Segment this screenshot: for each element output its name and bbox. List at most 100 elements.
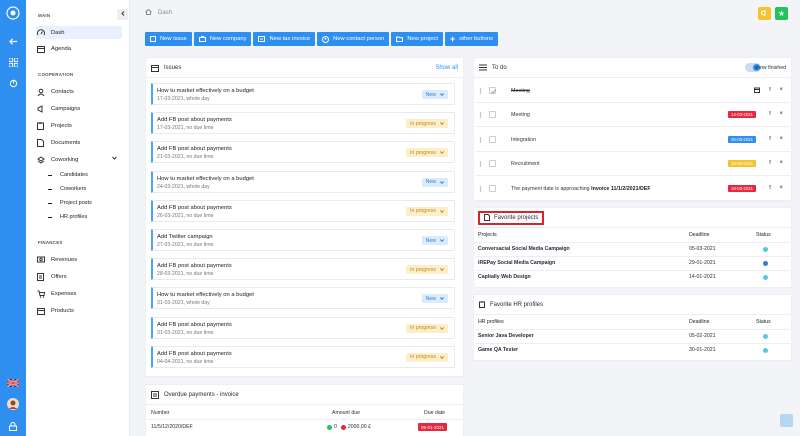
issue-title[interactable]: Add FB post about payments [157,205,232,211]
new-project-button[interactable]: New project [391,32,443,46]
status-dropdown[interactable]: New [421,177,448,187]
todo-text[interactable]: Integration [511,137,536,143]
todo-text[interactable]: Meeting [511,112,530,118]
drag-handle-icon[interactable] [479,185,482,192]
sidebar-item-dash[interactable]: Dash [36,26,122,39]
issue-title[interactable]: Add FB post about payments [157,263,232,269]
avatar[interactable] [6,397,20,411]
close-icon[interactable]: × [779,160,783,166]
info-icon[interactable]: ! [769,111,771,117]
app-logo[interactable] [6,6,20,20]
issue-title[interactable]: How tu market effectively on a budget [157,176,254,182]
close-icon[interactable]: × [779,111,783,117]
breadcrumb-current[interactable]: Dash [158,10,172,16]
issue-row[interactable]: Add FB post about payments 21-03-2021, no… [151,141,455,164]
close-icon[interactable]: × [779,136,783,142]
info-icon[interactable]: ! [769,136,771,142]
project-name[interactable]: iREPay Social Media Campaign [478,260,555,266]
show-all-link[interactable]: Show all [435,65,458,71]
issue-title[interactable]: Add FB post about payments [157,322,232,328]
issue-row[interactable]: Add FB post about payments 28-03-2021, no… [151,258,455,281]
sidebar-item-expenses[interactable]: Expenses [36,287,122,300]
drag-handle-icon[interactable] [479,137,482,143]
todo-text-link[interactable]: Invoice 11/1/2/2021/DEF [591,186,650,192]
issue-row[interactable]: How tu market effectively on a budget 17-… [151,83,455,105]
sidebar-item-projects[interactable]: Projects [36,119,122,132]
todo-text[interactable]: The payment date is approaching Invoice … [511,186,651,192]
collapse-sidebar-button[interactable] [117,9,128,20]
uk-flag-icon[interactable] [6,376,20,390]
hr-profile-name[interactable]: Game QA Tester [478,347,518,353]
drag-handle-icon[interactable] [479,112,482,119]
sidebar-item-revenues[interactable]: Revenues [36,253,122,266]
status-dropdown[interactable]: In progress [406,352,448,362]
status-dropdown[interactable]: New [421,236,448,245]
status-dropdown[interactable]: In progress [406,119,448,129]
favorites-button[interactable]: ★ [775,7,788,20]
todo-checkbox[interactable] [489,160,496,168]
todo-checkbox[interactable] [489,184,496,192]
switch-icon[interactable] [6,76,20,90]
status-dropdown[interactable]: New [421,90,448,99]
sidebar-item-offers[interactable]: Offers [36,270,122,283]
issue-row[interactable]: Add FB post about payments 17-03-2021, no… [151,112,455,135]
todo-checkbox[interactable] [489,135,496,143]
help-chat-button[interactable] [780,414,793,427]
sidebar-item-contacts[interactable]: Contacts [36,85,122,98]
sidebar-item-documents[interactable]: Documents [36,136,122,149]
issue-title[interactable]: Add FB post about payments [157,146,232,152]
other-buttons-button[interactable]: + other buttons [444,32,499,46]
hr-profile-name[interactable]: Senior Java Developer [478,333,534,339]
status-dropdown[interactable]: In progress [406,265,448,275]
drag-handle-icon[interactable] [479,88,482,94]
table-row[interactable]: iREPay Social Media Campaign 29-01-2021 [475,256,790,269]
table-row[interactable]: Conversacial Social Media Campaign 05-03-… [475,242,790,255]
todo-text[interactable]: Meeting [511,88,530,94]
todo-checkbox[interactable] [489,87,496,94]
new-company-button[interactable]: New company [193,32,252,46]
issue-title[interactable]: Add FB post about payments [157,117,232,123]
project-name[interactable]: Capitally Web Design [478,274,531,280]
info-icon[interactable]: ! [769,87,771,93]
sidebar-item-campaigns[interactable]: Campaigns [36,102,122,115]
issue-row[interactable]: Add FB post about payments 04-04-2021, no… [151,345,455,368]
close-icon[interactable]: × [779,87,783,93]
sidebar-subitem-hr-profiles[interactable]: HR profiles [48,212,87,222]
status-dropdown[interactable]: In progress [406,206,448,216]
close-icon[interactable]: × [779,185,783,191]
apps-grid-icon[interactable] [6,55,20,69]
status-dropdown[interactable]: New [421,294,448,304]
sidebar-subitem-candidates[interactable]: Candidates [48,170,88,180]
invoice-number[interactable]: 11/5/12/2020/DEF [151,424,193,430]
issue-title[interactable]: How tu market effectively on a budget [157,88,254,94]
issue-title[interactable]: How tu market effectively on a budget [157,292,254,298]
issue-title[interactable]: Add Twitter campaign [157,234,213,240]
status-dropdown[interactable]: In progress [406,323,448,333]
issue-row[interactable]: Add Twitter campaign 27-03-2021, no due t… [151,229,455,251]
sidebar-item-agenda[interactable]: Agenda [36,42,122,55]
table-row[interactable]: Game QA Tester 30-01-2021 [475,343,790,356]
new-contact-person-button[interactable]: New contact person [317,32,390,46]
new-issue-button[interactable]: New issue [145,32,192,46]
drag-handle-icon[interactable] [479,161,482,167]
sidebar-item-coworking[interactable]: Coworking [36,153,122,166]
issue-row[interactable]: Add FB post about payments 31-03-2021, no… [151,316,455,339]
project-name[interactable]: Conversacial Social Media Campaign [478,246,570,252]
sidebar-item-products[interactable]: Products [36,304,122,317]
info-icon[interactable]: ! [769,185,771,191]
issue-row[interactable]: How tu market effectively on a budget 31-… [151,287,455,310]
table-row[interactable]: Senior Java Developer 05-02-2021 [475,329,790,342]
sidebar-subitem-project-posts[interactable]: Project posts [48,198,92,208]
new-tax-invoice-button[interactable]: New tax invoice [253,32,316,46]
status-dropdown[interactable]: In progress [406,148,448,158]
notifications-button[interactable] [758,7,771,20]
table-row[interactable]: Capitally Web Design 14-01-2021 [475,270,790,283]
todo-checkbox[interactable] [489,111,496,119]
issue-row[interactable]: How tu market effectively on a budget 24-… [151,170,455,193]
issue-row[interactable]: Add FB post about payments 26-03-2021, no… [151,199,455,222]
sidebar-subitem-coworkers[interactable]: Coworkers [48,184,86,194]
back-arrow-icon[interactable] [6,34,20,48]
lock-icon[interactable] [6,419,20,433]
info-icon[interactable]: ! [769,160,771,166]
issue-title[interactable]: Add FB post about payments [157,351,232,357]
